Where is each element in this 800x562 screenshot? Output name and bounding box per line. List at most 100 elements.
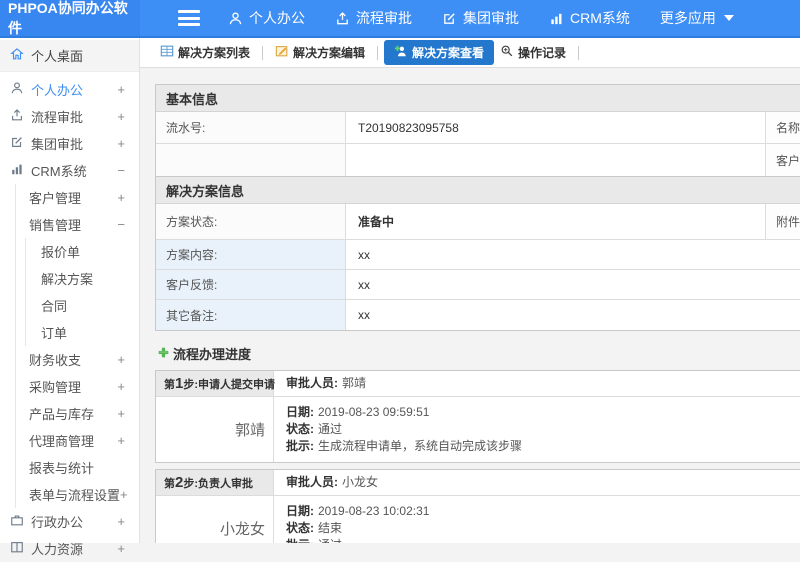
expand-icon[interactable]: + <box>117 541 125 556</box>
sidebar-item-workflow-approval[interactable]: 流程审批 + <box>0 103 139 130</box>
nav-label: 更多应用 <box>660 8 716 28</box>
expand-icon[interactable]: + <box>117 514 125 529</box>
progress-section-title: 流程办理进度 <box>157 344 800 363</box>
section-header: 基本信息 <box>156 85 800 112</box>
crm-submenu: 客户管理 + 销售管理 − 报价单 解决方案 合同 订单 财务收支 + <box>15 184 139 508</box>
sidebar-item-purchasing[interactable]: 采购管理 + <box>16 373 139 400</box>
approver-label: 审批人员: <box>286 474 338 491</box>
sidebar-item-form-workflow-settings[interactable]: 表单与流程设置 + <box>16 481 139 508</box>
expand-icon[interactable]: + <box>117 352 125 367</box>
tab-operation-log[interactable]: 操作记录 <box>494 41 572 64</box>
feedback-value: xx <box>346 270 800 299</box>
serial-number-value: T20190823095758 <box>346 112 766 143</box>
workflow-icon <box>10 108 24 125</box>
table-list-icon <box>160 44 174 61</box>
nav-crm-system[interactable]: CRM系统 <box>549 8 630 28</box>
plus-icon <box>157 346 170 362</box>
sidebar-item-finance[interactable]: 财务收支 + <box>16 346 139 373</box>
name-label: 名称 <box>766 112 800 143</box>
main-area: 解决方案列表 解决方案编辑 解决方案查看 操作记录 基本信息 流水号: T201… <box>140 38 800 543</box>
sidebar-item-product-inventory[interactable]: 产品与库存 + <box>16 400 139 427</box>
nav-workflow-approval[interactable]: 流程审批 <box>335 8 412 28</box>
tab-label: 解决方案查看 <box>412 44 484 61</box>
sidebar-item-order[interactable]: 订单 <box>26 319 139 346</box>
caret-down-icon <box>724 15 734 21</box>
sidebar-item-label: 表单与流程设置 <box>29 485 120 504</box>
sidebar-item-reports-stats[interactable]: 报表与统计 <box>16 454 139 481</box>
edit-note-icon <box>275 44 289 61</box>
sidebar-item-customer-mgmt[interactable]: 客户管理 + <box>16 184 139 211</box>
nav-label: 集团审批 <box>463 8 519 28</box>
progress-step-1-table: 第1步:申请人提交申请 审批人员:郭靖 郭靖 日期:2019-08-23 09:… <box>155 370 800 463</box>
progress-title-text: 流程办理进度 <box>173 344 251 363</box>
table-row: 客户 <box>156 144 800 176</box>
step-label: 第1步:申请人提交申请 <box>156 371 274 396</box>
nav-more-apps[interactable]: 更多应用 <box>660 8 734 28</box>
sidebar-item-quotation[interactable]: 报价单 <box>26 238 139 265</box>
expand-icon[interactable]: + <box>117 109 125 124</box>
expand-icon[interactable]: + <box>117 82 125 97</box>
comment-line: 批示:通过 <box>286 537 800 543</box>
step-detail-row: 郭靖 日期:2019-08-23 09:59:51 状态:通过 批示:生成流程申… <box>156 397 800 462</box>
tab-solution-view[interactable]: 解决方案查看 <box>384 40 494 65</box>
sidebar-item-label: 人力资源 <box>31 539 117 558</box>
nav-label: 个人办公 <box>249 8 305 28</box>
empty-label <box>156 144 346 176</box>
expand-icon[interactable]: + <box>120 487 128 502</box>
status-value: 准备中 <box>346 204 766 239</box>
nav-group-approval[interactable]: 集团审批 <box>442 8 519 28</box>
approver-cell: 审批人员:郭靖 <box>274 371 800 396</box>
status-line: 状态:通过 <box>286 421 800 438</box>
sidebar-item-sales-mgmt[interactable]: 销售管理 − <box>16 211 139 238</box>
step-detail-cell: 日期:2019-08-23 09:59:51 状态:通过 批示:生成流程申请单，… <box>274 397 800 462</box>
collapse-icon[interactable]: − <box>117 163 125 178</box>
solution-info-table: 解决方案信息 方案状态: 准备中 附件 方案内容: xx 客户反馈: xx 其它… <box>155 176 800 331</box>
top-bar: PHPOA协同办公软件 个人办公 流程审批 集团审批 CRM系统 更多应用 <box>0 0 800 38</box>
top-nav: 个人办公 流程审批 集团审批 CRM系统 更多应用 <box>228 8 734 28</box>
basic-info-table: 基本信息 流水号: T20190823095758 名称 客户 <box>155 84 800 177</box>
sidebar-item-solution[interactable]: 解决方案 <box>26 265 139 292</box>
sidebar-item-group-approval[interactable]: 集团审批 + <box>0 130 139 157</box>
step-detail-cell: 日期:2019-08-23 10:02:31 状态:结束 批示:通过 <box>274 496 800 543</box>
sidebar-item-contract[interactable]: 合同 <box>26 292 139 319</box>
sidebar-item-hr[interactable]: 人力资源 + <box>0 535 139 562</box>
sidebar-item-label: 行政办公 <box>31 512 117 531</box>
tab-solution-edit[interactable]: 解决方案编辑 <box>269 41 371 64</box>
table-row: 其它备注: xx <box>156 300 800 330</box>
sidebar-item-label: 代理商管理 <box>29 431 117 450</box>
tab-label: 解决方案列表 <box>178 44 250 61</box>
sidebar-item-personal-office[interactable]: 个人办公 + <box>0 76 139 103</box>
expand-icon[interactable]: + <box>117 136 125 151</box>
edit-square-icon <box>10 135 24 152</box>
expand-icon[interactable]: + <box>117 433 125 448</box>
empty-value <box>346 144 766 176</box>
remarks-value: xx <box>346 300 800 330</box>
sidebar-item-agent-mgmt[interactable]: 代理商管理 + <box>16 427 139 454</box>
tab-separator <box>377 46 378 60</box>
sidebar-item-label: 集团审批 <box>31 134 117 153</box>
step-header-row: 第1步:申请人提交申请 审批人员:郭靖 <box>156 371 800 397</box>
sidebar-item-admin-office[interactable]: 行政办公 + <box>0 508 139 535</box>
expand-icon[interactable]: + <box>117 190 125 205</box>
sidebar-item-label: 订单 <box>41 323 125 342</box>
sidebar-item-crm-system[interactable]: CRM系统 − <box>0 157 139 184</box>
tab-separator <box>262 46 263 60</box>
sidebar-item-label: 财务收支 <box>29 350 117 369</box>
table-row: 流水号: T20190823095758 名称 <box>156 112 800 144</box>
edit-square-icon <box>442 11 457 26</box>
approver-label: 审批人员: <box>286 375 338 392</box>
sidebar-item-personal-desktop[interactable]: 个人桌面 <box>0 40 139 72</box>
nav-personal-office[interactable]: 个人办公 <box>228 8 305 28</box>
tab-solution-list[interactable]: 解决方案列表 <box>154 41 256 64</box>
expand-icon[interactable]: + <box>117 406 125 421</box>
approver-cell: 审批人员:小龙女 <box>274 470 800 495</box>
menu-toggle-icon[interactable] <box>178 10 200 26</box>
expand-icon[interactable]: + <box>117 379 125 394</box>
tab-bar: 解决方案列表 解决方案编辑 解决方案查看 操作记录 <box>140 38 800 68</box>
table-row: 方案状态: 准备中 附件 <box>156 204 800 240</box>
sidebar-item-label: CRM系统 <box>31 161 117 180</box>
handler-name: 郭靖 <box>156 397 274 462</box>
remarks-label: 其它备注: <box>156 300 346 330</box>
home-icon <box>10 47 24 64</box>
collapse-icon[interactable]: − <box>117 217 125 232</box>
